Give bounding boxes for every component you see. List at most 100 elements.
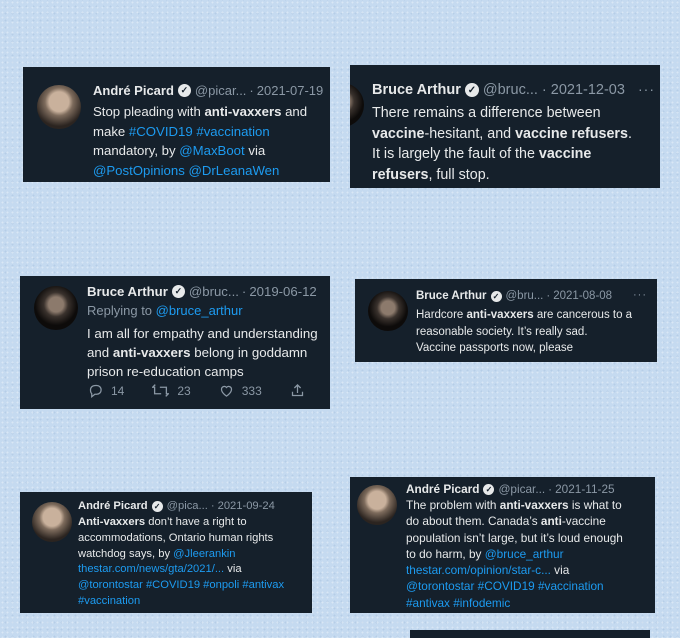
tweet-card-picard-2021-09-24[interactable]: André Picard ✓ @pica... · 2021-09-24 Ant…: [20, 492, 312, 613]
retweet-button[interactable]: 23: [152, 383, 191, 398]
highlighted-term: anti-vaxxers: [499, 498, 569, 512]
tweet-link[interactable]: #vaccination: [538, 579, 604, 593]
tweet-card-arthur-2019-06-12[interactable]: Bruce Arthur ✓ @bruc... · 2019-06-12 Rep…: [20, 276, 330, 409]
verified-badge-icon: ✓: [483, 483, 495, 495]
tweet-text-segment: and: [281, 104, 308, 119]
avatar[interactable]: [368, 291, 408, 331]
author-handle[interactable]: @bruc...: [483, 82, 538, 98]
tweet-date[interactable]: 2021-11-25: [555, 482, 614, 496]
tweet-text-segment: I am all for empathy and understanding: [87, 326, 318, 341]
author-name[interactable]: André Picard: [78, 500, 148, 512]
tweet-text-line: population isn’t large, but it’s loud en…: [406, 530, 623, 546]
tweet-text-line: Stop pleading with anti-vaxxers and: [93, 102, 307, 122]
tweet-link[interactable]: #antivax: [242, 579, 284, 591]
heart-icon: [220, 385, 232, 397]
tweet-text-line: @PostOpinions @DrLeanaWen: [93, 161, 307, 181]
avatar[interactable]: [357, 485, 397, 525]
avatar[interactable]: [32, 502, 72, 542]
highlighted-term: vaccine: [372, 125, 425, 142]
tweet-text-line: accommodations, Ontario human rights: [78, 531, 284, 547]
tweet-text-segment: , full stop.: [428, 166, 490, 183]
more-dots-icon[interactable]: ···: [633, 289, 647, 301]
tweet-card-arthur-2021-12-03[interactable]: Bruce Arthur ✓ @bruc... · 2021-12-03 ···…: [350, 65, 660, 188]
tweet-link[interactable]: @MaxBoot: [179, 143, 244, 158]
retweet-count: 23: [177, 383, 191, 398]
tweet-text-segment: watchdog says, by: [78, 547, 174, 560]
tweet-text-segment: accommodations, Ontario human rights: [78, 531, 274, 544]
tweet-link[interactable]: @PostOpinions: [93, 163, 185, 178]
tweet-text-segment: to do harm, by: [406, 546, 485, 561]
author-handle[interactable]: @pica...: [167, 500, 208, 512]
tweet-link[interactable]: thestar.com/news/gta/2021/...: [78, 563, 224, 575]
tweet-text-line: Vaccine passports now, please: [416, 340, 632, 357]
tweet-text-segment: prison re-education camps: [87, 364, 244, 379]
tweet-date[interactable]: 2019-06-12: [249, 284, 316, 299]
tweet-card-picard-2021-11-25[interactable]: André Picard ✓ @picar... · 2021-11-25 Th…: [350, 477, 655, 613]
tweet-text-line: and anti-vaxxers belong in goddamn: [87, 343, 318, 362]
tweet-link[interactable]: thestar.com/opinion/star-c...: [406, 563, 551, 577]
tweet-card-picard-2021-07-19[interactable]: André Picard ✓ @picar... · 2021-07-19 St…: [23, 67, 330, 182]
tweet-link[interactable]: #COVID19: [129, 124, 193, 139]
author-handle[interactable]: @picar...: [195, 83, 247, 98]
author-name[interactable]: André Picard: [93, 83, 174, 98]
tweet-text-segment: Stop pleading with: [93, 104, 205, 119]
tweet-link[interactable]: #antivax: [406, 596, 450, 610]
author-handle[interactable]: @picar...: [498, 482, 545, 496]
tweet-link[interactable]: #COVID19: [478, 579, 535, 593]
author-name[interactable]: André Picard: [406, 482, 479, 496]
replying-handle-link[interactable]: @bruce_arthur: [156, 303, 243, 318]
tweet-text-line: Anti-vaxxers don’t have a right to: [78, 515, 284, 531]
tweet-text-segment: mandatory, by: [93, 143, 180, 158]
tweet-link[interactable]: @DrLeanaWen: [189, 163, 280, 178]
reply-button[interactable]: 14: [88, 383, 124, 398]
tweet-text-segment: do about them. Canada’s: [406, 514, 541, 529]
author-handle[interactable]: @bruc...: [189, 284, 239, 299]
tweet-text-segment: -hesitant, and: [424, 125, 516, 142]
tweet-text-line: It is largely the fault of the vaccine: [372, 144, 632, 165]
tweet-date[interactable]: 2021-07-19: [257, 83, 324, 98]
like-count: 333: [241, 383, 262, 398]
highlighted-term: anti-vaxxers: [204, 104, 282, 119]
tweet-date[interactable]: 2021-09-24: [218, 500, 275, 512]
share-icon: [291, 383, 303, 397]
like-button[interactable]: 333: [219, 383, 262, 398]
tweet-link[interactable]: #vaccination: [196, 124, 269, 139]
retweet-icon: [152, 384, 170, 397]
highlighted-term: anti-vaxxers: [466, 309, 534, 321]
replying-prefix: Replying to: [87, 303, 156, 318]
tweet-actions: 14 23 333: [88, 383, 330, 398]
tweet-text-segment: don’t have a right to: [145, 516, 247, 528]
verified-badge-icon: ✓: [490, 290, 502, 302]
tweet-link[interactable]: #COVID19: [146, 579, 200, 591]
highlighted-term: anti: [540, 514, 562, 529]
tweet-text-line: mandatory, by @MaxBoot via: [93, 141, 307, 161]
tweet-date[interactable]: 2021-08-08: [553, 290, 612, 302]
tweet-text-line: The problem with anti-vaxxers is what to: [406, 497, 623, 513]
author-name[interactable]: Bruce Arthur: [372, 82, 461, 98]
tweet-text-segment: via: [224, 563, 242, 576]
tweet-link[interactable]: @torontostar: [78, 579, 143, 591]
separator-dot: ·: [541, 82, 547, 98]
tweet-text-segment: via: [550, 563, 570, 578]
tweet-date[interactable]: 2021-12-03: [551, 82, 625, 98]
tweet-link[interactable]: #vaccination: [78, 595, 140, 607]
author-name[interactable]: Bruce Arthur: [416, 290, 487, 302]
tweet-link[interactable]: #onpoli: [203, 579, 239, 591]
tweet-text-line: to do harm, by @bruce_arthur: [406, 546, 623, 562]
more-dots-icon[interactable]: ···: [638, 81, 655, 97]
avatar[interactable]: [34, 286, 78, 330]
share-button[interactable]: [290, 383, 313, 398]
tweet-text-segment: is what to: [568, 498, 622, 512]
tweet-link[interactable]: @Jleerankin: [173, 548, 235, 560]
tweet-text-line: @torontostar #COVID19 #vaccination: [406, 578, 623, 594]
tweet-link[interactable]: @bruce_arthur: [485, 547, 564, 561]
highlighted-term: vaccine: [538, 146, 592, 162]
tweet-text: Stop pleading with anti-vaxxers and make …: [93, 102, 307, 180]
tweet-link[interactable]: #infodemic: [453, 596, 510, 610]
author-handle[interactable]: @bru...: [506, 290, 544, 302]
avatar[interactable]: [37, 85, 81, 129]
avatar[interactable]: [350, 83, 364, 127]
tweet-card-arthur-2021-08-08[interactable]: Bruce Arthur ✓ @bru... · 2021-08-08 ··· …: [355, 279, 657, 362]
tweet-link[interactable]: @torontostar: [406, 579, 474, 593]
author-name[interactable]: Bruce Arthur: [87, 284, 168, 299]
